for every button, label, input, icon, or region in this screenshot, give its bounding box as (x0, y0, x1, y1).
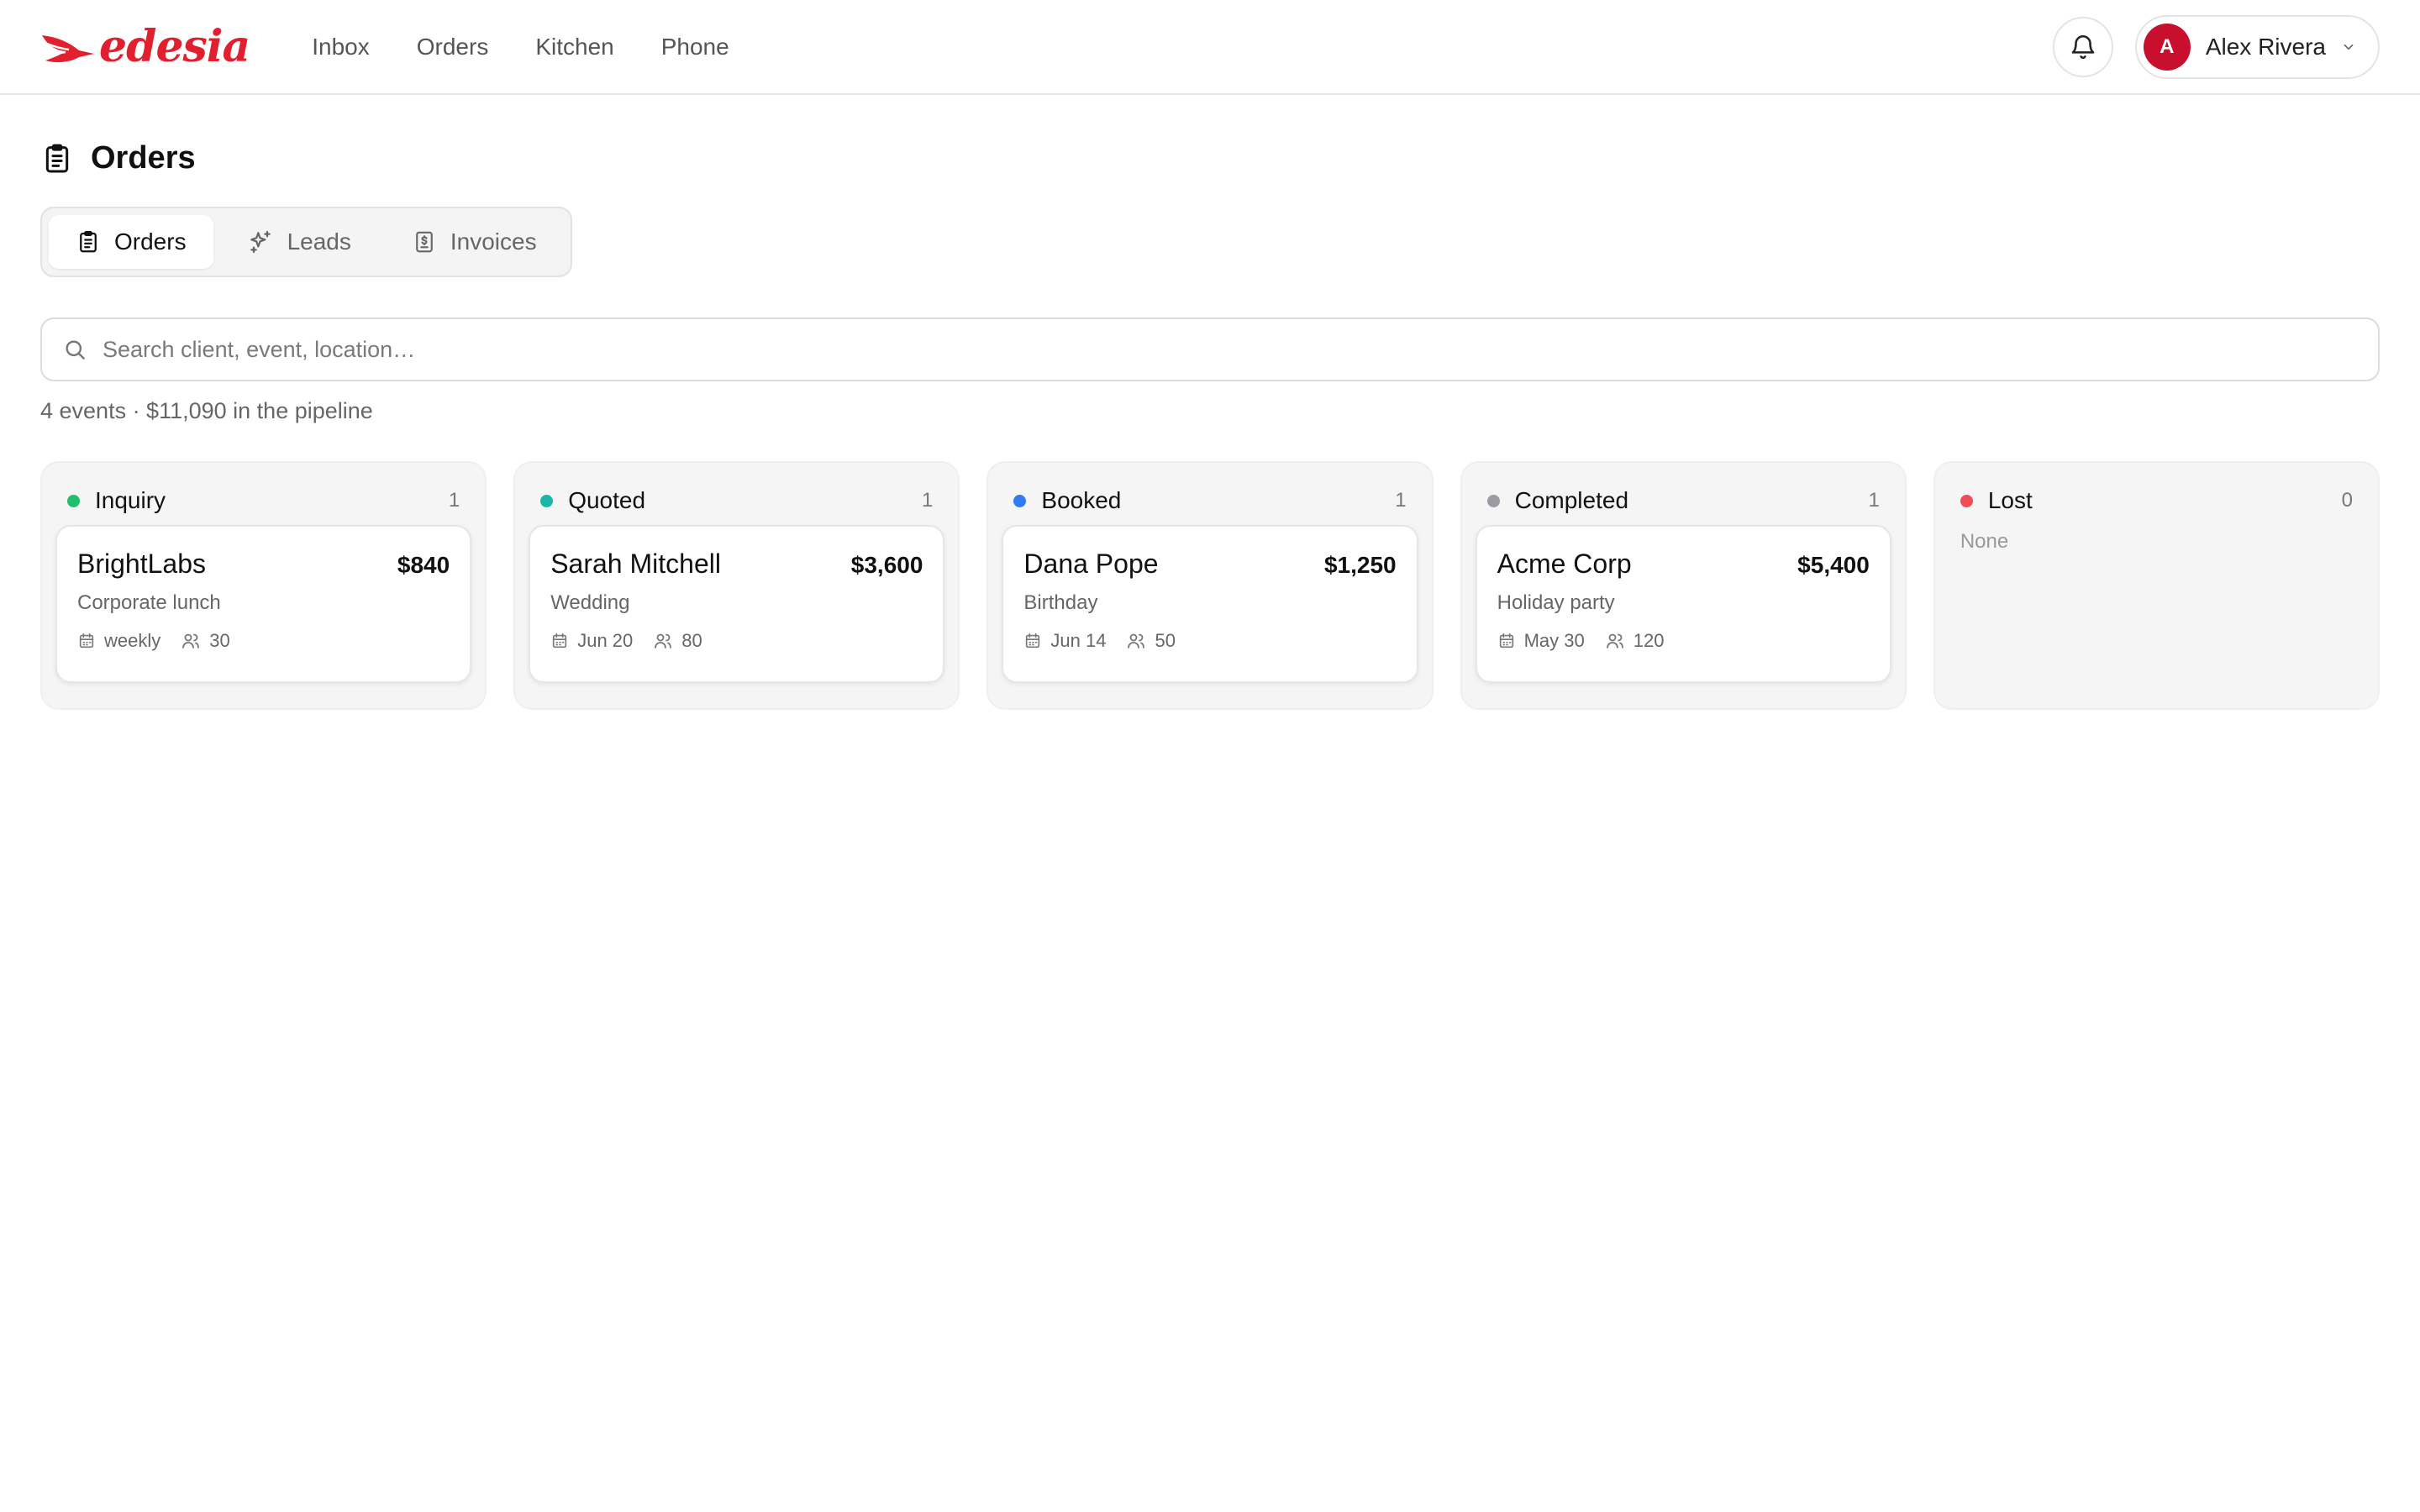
sparkles-icon (247, 228, 274, 255)
card-amount: $1,250 (1323, 552, 1397, 578)
card-event-type: Birthday (1023, 591, 1098, 614)
main-nav: Inbox Orders Kitchen Phone (312, 34, 729, 60)
guests-icon (653, 631, 673, 651)
card-event-type: Wedding (550, 591, 630, 614)
status-dot (1013, 494, 1027, 507)
bell-icon (2069, 33, 2097, 61)
column-title: Lost (1987, 487, 2033, 513)
column-lost: Lost 0 None (1933, 461, 2381, 710)
avatar: A (2143, 23, 2191, 71)
column-empty-text: None (1960, 530, 2009, 553)
tab-leads[interactable]: Leads (220, 215, 378, 269)
nav-item-orders[interactable]: Orders (417, 34, 489, 60)
column-completed: Completed 1 Acme Corp $5,400 Holiday par… (1460, 461, 1907, 710)
nav-item-kitchen[interactable]: Kitchen (535, 34, 613, 60)
card-date: May 30 (1523, 630, 1585, 651)
user-name: Alex Rivera (2205, 33, 2326, 60)
card-amount: $3,600 (850, 552, 923, 578)
page-title: Orders (91, 140, 196, 176)
nav-item-inbox[interactable]: Inbox (312, 34, 370, 60)
status-dot (540, 494, 554, 507)
card-guests: 30 (209, 630, 230, 651)
card-client: BrightLabs (77, 549, 206, 579)
top-right-controls: A Alex Rivera (2052, 14, 2380, 79)
card-guests: 120 (1633, 630, 1665, 651)
card-meta: Jun 20 80 (550, 630, 923, 652)
nav-item-phone[interactable]: Phone (661, 34, 729, 60)
top-navbar: edesia Inbox Orders Kitchen Phone A Alex… (0, 0, 2420, 95)
column-title: Completed (1514, 487, 1629, 513)
column-header: Booked 1 (1002, 476, 1418, 525)
main-content: Orders Orders Leads Invoices Search clie… (0, 140, 2420, 710)
card-client: Sarah Mitchell (550, 549, 721, 579)
column-header: Quoted 1 (529, 476, 944, 525)
chevron-down-icon (2341, 39, 2356, 55)
order-card[interactable]: Sarah Mitchell $3,600 Wedding Jun 20 80 (529, 525, 945, 683)
column-count: 0 (2341, 489, 2354, 512)
order-card[interactable]: Dana Pope $1,250 Birthday Jun 14 50 (1002, 525, 1418, 683)
guests-icon (1605, 631, 1625, 651)
column-count: 1 (922, 489, 934, 512)
clipboard-icon (40, 142, 74, 176)
card-meta: weekly 30 (77, 630, 450, 652)
pipeline-summary: 4 events · $11,090 in the pipeline (40, 398, 373, 423)
guests-icon (1126, 631, 1146, 651)
kanban-board: Inquiry 1 BrightLabs $840 Corporate lunc… (40, 461, 2381, 710)
order-card[interactable]: BrightLabs $840 Corporate lunch weekly 3… (55, 525, 472, 683)
calendar-icon (1023, 632, 1042, 650)
search-icon (62, 337, 87, 362)
column-inquiry: Inquiry 1 BrightLabs $840 Corporate lunc… (40, 461, 487, 710)
card-event-type: Corporate lunch (77, 591, 221, 614)
column-header: Lost 0 (1949, 476, 2365, 525)
column-count: 1 (1395, 489, 1407, 512)
tab-invoices[interactable]: Invoices (385, 215, 564, 269)
card-amount: $840 (397, 552, 450, 578)
card-meta: May 30 120 (1497, 630, 1870, 652)
column-count: 1 (1868, 489, 1880, 512)
card-guests: 80 (681, 630, 702, 651)
calendar-icon (550, 632, 569, 650)
guests-icon (181, 631, 201, 651)
column-header: Inquiry 1 (55, 476, 471, 525)
tab-label: Leads (287, 228, 351, 255)
status-dot (1486, 494, 1500, 507)
column-title: Booked (1041, 487, 1122, 513)
card-meta: Jun 14 50 (1023, 630, 1396, 652)
card-client: Acme Corp (1497, 549, 1632, 579)
clipboard-icon (76, 229, 101, 255)
section-tabs: Orders Leads Invoices (40, 207, 572, 277)
brand-logo[interactable]: edesia (40, 21, 250, 72)
invoice-icon (412, 229, 437, 255)
column-booked: Booked 1 Dana Pope $1,250 Birthday Jun 1… (986, 461, 1434, 710)
order-card[interactable]: Acme Corp $5,400 Holiday party May 30 12… (1475, 525, 1891, 683)
status-dot (67, 494, 80, 507)
column-count: 1 (448, 489, 460, 512)
tab-label: Orders (114, 228, 187, 255)
search-bar (40, 318, 2380, 381)
column-title: Inquiry (95, 487, 166, 513)
brand-name: edesia (99, 21, 250, 72)
page-header: Orders (40, 140, 2380, 176)
column-title: Quoted (568, 487, 646, 513)
calendar-icon (77, 632, 96, 650)
notifications-button[interactable] (2052, 16, 2113, 77)
status-dot (1960, 494, 1973, 507)
card-client: Dana Pope (1023, 549, 1159, 579)
card-date: Jun 14 (1050, 630, 1107, 651)
card-amount: $5,400 (1797, 552, 1870, 578)
column-header: Completed 1 (1476, 476, 1891, 525)
card-event-type: Holiday party (1497, 591, 1615, 614)
tab-orders[interactable]: Orders (49, 215, 213, 269)
search-input[interactable] (103, 336, 2358, 363)
calendar-icon (1497, 632, 1516, 650)
user-menu-button[interactable]: A Alex Rivera (2134, 14, 2380, 79)
card-date: weekly (104, 630, 161, 651)
tab-label: Invoices (450, 228, 537, 255)
wing-logo-icon (40, 29, 96, 66)
column-quoted: Quoted 1 Sarah Mitchell $3,600 Wedding J… (513, 461, 960, 710)
card-guests: 50 (1155, 630, 1176, 651)
card-date: Jun 20 (577, 630, 634, 651)
